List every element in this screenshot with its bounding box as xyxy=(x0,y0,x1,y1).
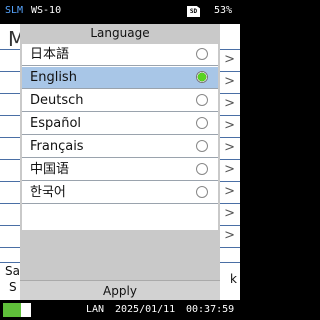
background-left-text-1: Sa xyxy=(5,264,20,278)
sd-card-icon: SD xyxy=(187,6,200,17)
radio-unchecked-icon[interactable] xyxy=(196,94,208,106)
dialog-title: Language xyxy=(90,26,150,40)
bottom-status-bar: LAN 2025/01/11 00:37:59 xyxy=(0,300,240,320)
model-label: WS-10 xyxy=(31,5,62,16)
time-label: 00:37:59 xyxy=(186,304,235,315)
language-option-label: Deutsch xyxy=(30,93,84,108)
radio-unchecked-icon[interactable] xyxy=(196,163,208,175)
status-bar: SLM WS-10 SD 53% xyxy=(0,0,240,24)
radio-unchecked-icon[interactable] xyxy=(196,48,208,60)
date-label: 2025/01/11 xyxy=(115,304,176,315)
language-dialog: Language 日本語 English Deutsch Español Françai… xyxy=(20,24,220,301)
language-option[interactable]: 한국어 xyxy=(22,182,218,204)
chevron-right-icon: > xyxy=(224,206,235,221)
background-right-text: k xyxy=(230,272,237,286)
chevron-right-icon: > xyxy=(224,162,235,177)
language-option-label: 한국어 xyxy=(30,185,66,200)
language-option-label: Español xyxy=(30,116,82,131)
language-option-label: English xyxy=(30,70,77,85)
language-option[interactable]: 中国语 xyxy=(22,159,218,181)
language-option-label: 日本語 xyxy=(30,47,70,62)
chevron-right-icon: > xyxy=(224,140,235,155)
language-option[interactable]: Français xyxy=(22,136,218,158)
chevron-right-icon: > xyxy=(224,96,235,111)
mode-label: SLM xyxy=(5,5,24,16)
language-option[interactable]: Español xyxy=(22,113,218,135)
radio-unchecked-icon[interactable] xyxy=(196,117,208,129)
language-option[interactable]: 日本語 xyxy=(22,44,218,66)
background-left-text-2: S xyxy=(9,280,17,294)
chevron-right-icon: > xyxy=(224,74,235,89)
battery-percent: 53% xyxy=(214,5,233,16)
radio-checked-icon[interactable] xyxy=(196,71,208,83)
radio-unchecked-icon[interactable] xyxy=(196,186,208,198)
apply-button[interactable]: Apply xyxy=(20,280,220,301)
radio-unchecked-icon[interactable] xyxy=(196,140,208,152)
battery-empty-icon xyxy=(21,303,31,317)
language-option[interactable]: Deutsch xyxy=(22,90,218,112)
language-list: 日本語 English Deutsch Español Français 中国语 한국어 xyxy=(22,44,218,230)
network-label: LAN xyxy=(86,304,105,315)
chevron-right-icon: > xyxy=(224,52,235,67)
chevron-right-icon: > xyxy=(224,184,235,199)
language-option-label: Français xyxy=(30,139,84,154)
chevron-right-icon: > xyxy=(224,228,235,243)
battery-level-icon xyxy=(3,303,21,317)
chevron-right-icon: > xyxy=(224,118,235,133)
language-option[interactable]: English xyxy=(22,67,218,89)
language-option-label: 中国语 xyxy=(30,162,70,177)
